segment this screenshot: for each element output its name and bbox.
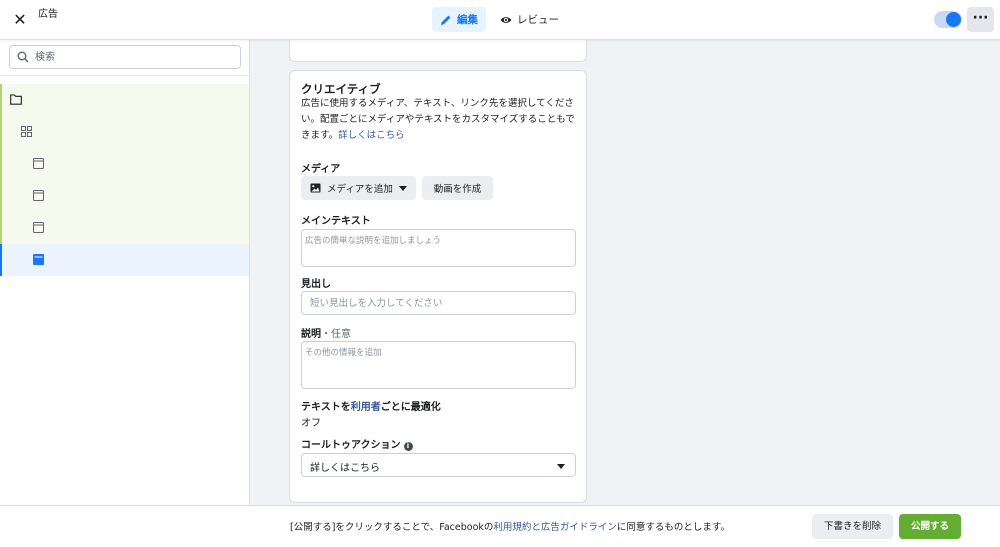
optimize-label-prefix: テキストを xyxy=(301,402,351,413)
headline-label: 見出し xyxy=(301,279,331,290)
creative-title: クリエイティブ xyxy=(301,82,381,96)
ad-icon xyxy=(33,158,44,169)
optimize-text-label: テキストを利用者ごとに最適化 xyxy=(301,398,441,413)
page-title: 広告 xyxy=(38,9,58,20)
terms-link[interactable]: 利用規約と広告ガイドライン xyxy=(493,522,617,533)
cta-select[interactable]: 詳しくはこちら xyxy=(301,453,576,477)
top-bar: ✕ 広告 編集 レビュー ··· xyxy=(0,0,1000,40)
optimize-label-suffix: ごとに最適化 xyxy=(380,402,441,413)
ad-icon xyxy=(33,222,44,233)
cta-select-value: 詳しくはこちら xyxy=(310,463,380,474)
tree-item-ad[interactable] xyxy=(0,180,249,212)
info-icon[interactable]: i xyxy=(403,442,413,451)
description-label: 説明・任意 xyxy=(301,325,351,340)
tree-item-ad[interactable] xyxy=(0,212,249,244)
search-icon xyxy=(17,51,29,63)
optional-tag: ・任意 xyxy=(321,329,351,340)
primary-text-input[interactable] xyxy=(301,229,576,267)
ad-icon xyxy=(33,254,44,265)
eye-icon xyxy=(500,16,512,23)
tab-review[interactable]: レビュー xyxy=(492,7,567,32)
close-icon[interactable]: ✕ xyxy=(10,10,30,30)
primary-text-label: メインテキスト xyxy=(301,216,371,227)
create-video-button[interactable]: 動画を作成 xyxy=(422,176,493,200)
media-label: メディア xyxy=(301,164,341,175)
search-box xyxy=(9,45,241,69)
description-label-text: 説明 xyxy=(301,329,321,340)
terms-note: [公開する]をクリックすることで、Facebookの利用規約と広告ガイドラインに… xyxy=(290,519,730,533)
chevron-down-icon xyxy=(398,185,407,191)
description-input[interactable] xyxy=(301,341,576,389)
chevron-down-icon xyxy=(557,464,565,469)
status-toggle[interactable] xyxy=(934,11,962,28)
per-person-link[interactable]: 利用者 xyxy=(351,402,381,413)
pencil-icon xyxy=(441,15,451,25)
search-input[interactable] xyxy=(35,47,235,67)
mode-tabs: 編集 レビュー xyxy=(432,7,567,32)
divider xyxy=(0,75,249,76)
optimize-text-value: オフ xyxy=(301,418,321,429)
toggle-knob xyxy=(946,12,961,27)
more-options-button[interactable]: ··· xyxy=(967,7,994,32)
publish-button[interactable]: 公開する xyxy=(899,514,961,539)
tab-edit-label: 編集 xyxy=(457,14,478,26)
sidebar xyxy=(0,40,250,505)
creative-description: 広告に使用するメディア、テキスト、リンク先を選択してください。配置ごとにメディア… xyxy=(301,96,577,144)
previous-section-card xyxy=(289,40,587,62)
terms-note-suffix: に同意するものとします。 xyxy=(616,522,730,533)
creative-card: クリエイティブ 広告に使用するメディア、テキスト、リンク先を選択してください。配… xyxy=(289,70,587,503)
tree-item-ad-selected[interactable] xyxy=(0,244,249,276)
tree-item-ad[interactable] xyxy=(0,148,249,180)
delete-draft-button[interactable]: 下書きを削除 xyxy=(812,514,893,539)
cta-label: コールトゥアクション i xyxy=(301,436,413,451)
tab-edit[interactable]: 編集 xyxy=(432,7,486,32)
folder-icon xyxy=(10,94,22,105)
ad-icon xyxy=(33,190,44,201)
add-media-button[interactable]: メディアを追加 xyxy=(301,176,416,200)
tab-review-label: レビュー xyxy=(517,14,559,26)
learn-more-link[interactable]: 詳しくはこちら xyxy=(338,130,405,141)
terms-note-prefix: [公開する]をクリックすることで、Facebookの xyxy=(290,522,494,533)
headline-input[interactable] xyxy=(301,291,576,315)
cta-label-text: コールトゥアクション xyxy=(301,440,401,451)
grid-icon xyxy=(21,126,32,137)
add-media-label: メディアを追加 xyxy=(327,184,393,195)
tree-item-campaign[interactable] xyxy=(0,84,249,116)
tree-item-adset[interactable] xyxy=(0,116,249,148)
image-icon xyxy=(310,183,321,193)
footer-bar: [公開する]をクリックすることで、Facebookの利用規約と広告ガイドラインに… xyxy=(0,505,1000,547)
